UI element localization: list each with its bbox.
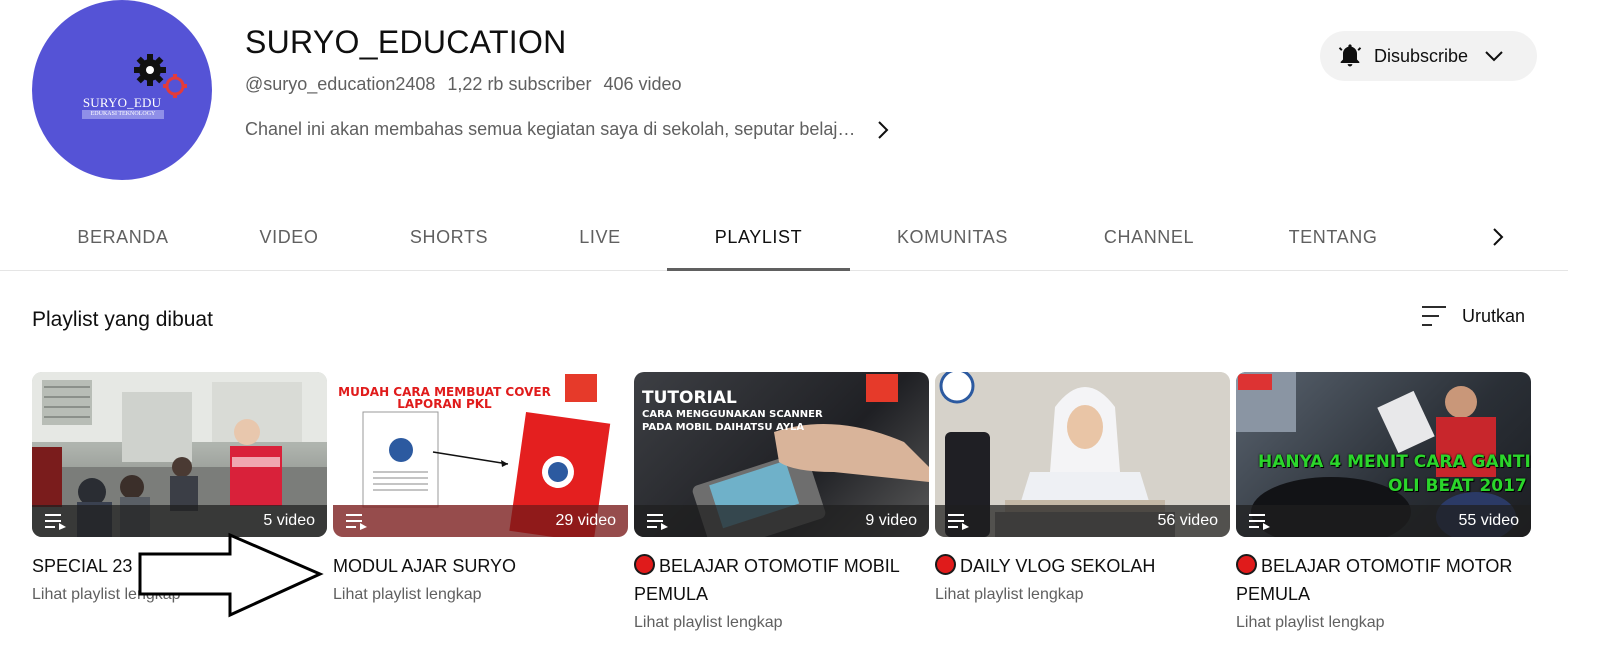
tab-label: LIVE: [579, 226, 621, 247]
gear-logo-icon: [134, 54, 187, 98]
video-count-badge: 5 video: [263, 512, 315, 529]
playlist-title-text: SPECIAL 23: [32, 556, 133, 576]
thumbnail-overlay: 29 video: [333, 505, 628, 537]
tab-label: BERANDA: [77, 226, 169, 247]
playlist-icon: [948, 514, 969, 530]
playlist-icon: [1249, 514, 1270, 530]
red-circle-icon: [1236, 554, 1257, 575]
channel-name: SURYO_EDUCATION: [245, 24, 567, 60]
playlist-title-text: BELAJAR OTOMOTIF MOTOR PEMULA: [1236, 556, 1513, 604]
playlist-title[interactable]: MODUL AJAR SURYO: [333, 552, 628, 580]
video-count-badge: 29 video: [555, 512, 617, 529]
subscribed-button[interactable]: Disubscribe: [1320, 31, 1537, 81]
annotation-arrow-icon: [138, 532, 324, 618]
tab-label: TENTANG: [1288, 226, 1378, 247]
channel-meta: @suryo_education2408 1,22 rb subscriber …: [245, 74, 682, 95]
red-circle-icon: [935, 554, 956, 575]
bell-icon: [1338, 44, 1362, 67]
subscriber-count: 1,22 rb subscriber: [447, 74, 592, 94]
tab-live[interactable]: LIVE: [534, 204, 666, 270]
video-count-badge: 56 video: [1157, 512, 1219, 529]
tab-label: KOMUNITAS: [896, 226, 1009, 247]
tab-label: VIDEO: [259, 226, 319, 247]
channel-handle: @suryo_education2408: [245, 74, 436, 94]
playlist-thumbnail[interactable]: MUDAH CARA MEMBUAT COVER LAPORAN PKL 29 …: [333, 372, 628, 537]
video-count: 406 video: [603, 74, 682, 94]
channel-description-text: Chanel ini akan membahas semua kegiatan …: [245, 119, 856, 139]
playlist-title-text: DAILY VLOG SEKOLAH: [960, 556, 1156, 576]
tab-label: PLAYLIST: [714, 226, 803, 247]
subscribe-button-label: Disubscribe: [1374, 45, 1469, 66]
thumbnail-caption-title: TUTORIAL: [642, 388, 737, 408]
thumbnail-overlay: 55 video: [1236, 505, 1531, 537]
view-full-playlist-link[interactable]: Lihat playlist lengkap: [634, 614, 929, 632]
playlist-thumbnail[interactable]: HANYA 4 MENIT CARA GANTI OLI BEAT 2017 5…: [1236, 372, 1531, 537]
tabs-next-chevron-icon[interactable]: [1484, 222, 1512, 252]
playlist-title[interactable]: DAILY VLOG SEKOLAH: [935, 552, 1230, 580]
view-full-playlist-link[interactable]: Lihat playlist lengkap: [1236, 614, 1531, 632]
channel-description[interactable]: Chanel ini akan membahas semua kegiatan …: [245, 119, 893, 140]
thumbnail-caption-line: OLI BEAT 2017: [1388, 476, 1527, 496]
video-count-badge: 9 video: [865, 512, 917, 529]
playlist-title[interactable]: BELAJAR OTOMOTIF MOTOR PEMULA: [1236, 552, 1531, 608]
tab-shorts[interactable]: SHORTS: [364, 204, 534, 270]
logo-subtext: EDUKASI TEKNOLOGY: [82, 110, 164, 119]
video-count-badge: 55 video: [1458, 512, 1520, 529]
tab-beranda[interactable]: BERANDA: [32, 204, 214, 270]
playlist-icon: [346, 514, 367, 530]
thumbnail-caption-line: CARA MENGGUNAKAN SCANNER: [642, 409, 823, 420]
view-full-playlist-link[interactable]: Lihat playlist lengkap: [935, 586, 1230, 604]
logo-text: SURYO_EDU: [82, 95, 162, 110]
tab-channel[interactable]: CHANNEL: [1055, 204, 1243, 270]
tab-komunitas[interactable]: KOMUNITAS: [850, 204, 1055, 270]
sort-button[interactable]: Urutkan: [1420, 304, 1525, 328]
red-circle-icon: [634, 554, 655, 575]
chevron-down-icon: [1485, 51, 1503, 62]
channel-tabs: BERANDA VIDEO SHORTS LIVE PLAYLIST KOMUN…: [0, 204, 1568, 271]
thumbnail-overlay: 9 video: [634, 505, 929, 537]
thumbnail-overlay: 56 video: [935, 505, 1230, 537]
playlist-title-text: MODUL AJAR SURYO: [333, 556, 517, 576]
sort-label: Urutkan: [1462, 305, 1526, 326]
channel-avatar[interactable]: SURYO_EDU EDUKASI TEKNOLOGY: [32, 0, 212, 180]
playlist-card: MUDAH CARA MEMBUAT COVER LAPORAN PKL 29 …: [333, 372, 628, 604]
playlist-title-text: BELAJAR OTOMOTIF MOBIL PEMULA: [634, 556, 900, 604]
playlist-thumbnail[interactable]: 56 video: [935, 372, 1230, 537]
thumbnail-caption-line: HANYA 4 MENIT CARA GANTI: [1258, 452, 1531, 472]
playlist-thumbnail[interactable]: TUTORIAL CARA MENGGUNAKAN SCANNER PADA M…: [634, 372, 929, 537]
tab-label: SHORTS: [409, 226, 489, 247]
section-title: Playlist yang dibuat: [32, 308, 213, 331]
playlist-title[interactable]: BELAJAR OTOMOTIF MOBIL PEMULA: [634, 552, 929, 608]
playlist-thumbnail[interactable]: 5 video: [32, 372, 327, 537]
tab-playlist[interactable]: PLAYLIST: [667, 204, 850, 271]
view-full-playlist-link[interactable]: Lihat playlist lengkap: [333, 586, 628, 604]
chevron-right-icon[interactable]: [877, 120, 893, 140]
playlist-icon: [647, 514, 668, 530]
tab-video[interactable]: VIDEO: [214, 204, 364, 270]
tab-label: CHANNEL: [1103, 226, 1195, 247]
thumbnail-caption-line: PADA MOBIL DAIHATSU AYLA: [642, 422, 805, 433]
playlist-card: TUTORIAL CARA MENGGUNAKAN SCANNER PADA M…: [634, 372, 929, 632]
tab-tentang[interactable]: TENTANG: [1243, 204, 1423, 270]
thumbnail-caption: MUDAH CARA MEMBUAT COVER LAPORAN PKL: [338, 385, 551, 411]
sort-icon: [1422, 306, 1446, 326]
playlist-card: 56 video DAILY VLOG SEKOLAH Lihat playli…: [935, 372, 1230, 604]
playlist-icon: [45, 514, 66, 530]
playlist-card: HANYA 4 MENIT CARA GANTI OLI BEAT 2017 5…: [1236, 372, 1531, 632]
